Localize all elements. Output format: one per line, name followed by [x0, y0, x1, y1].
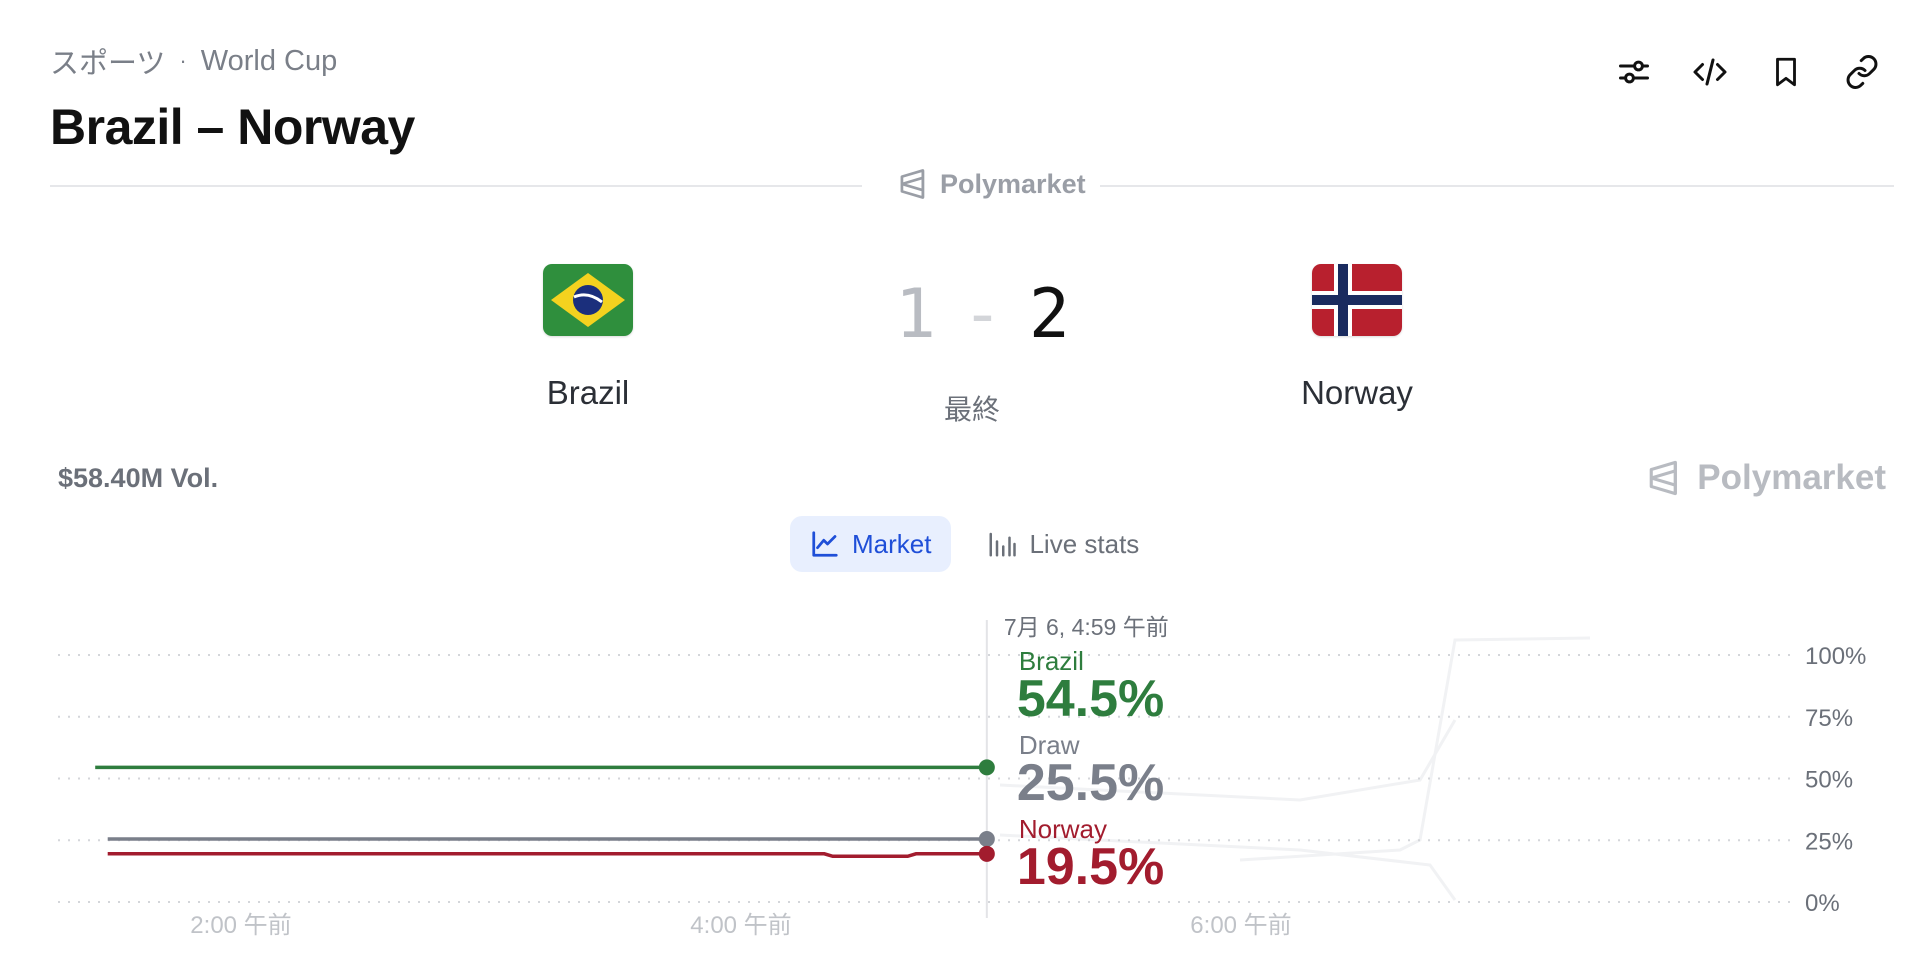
scoreboard: 1 - 2: [895, 275, 1070, 354]
polymarket-logo-center[interactable]: Polymarket: [884, 168, 1100, 200]
away-team-name: Norway: [1301, 374, 1413, 411]
y-tick-label: 75%: [1805, 705, 1853, 732]
x-tick-label: 2:00 午前: [190, 912, 291, 939]
bar-stats-icon: [989, 532, 1017, 557]
tab-live-stats[interactable]: Live stats: [967, 516, 1159, 572]
price-chart[interactable]: 100% 75% 50% 25% 0% 2:00 午前 4:00 午前 6:00 午前 7月 6…: [0, 600, 1922, 970]
norway-flag-icon: [1312, 264, 1402, 336]
match-status: 最終: [944, 394, 1001, 425]
tab-live-stats-label: Live stats: [1029, 528, 1140, 559]
series-endpoint-brazil: [978, 759, 995, 776]
volume-label: $58.40M Vol.: [58, 463, 219, 493]
series-value-norway: 19.5%: [1017, 838, 1164, 896]
polymarket-icon: [1649, 460, 1678, 496]
breadcrumb-separator: ·: [179, 48, 187, 73]
polymarket-label: Polymarket: [1697, 458, 1886, 497]
tab-market[interactable]: Market: [790, 516, 952, 572]
polymarket-logo-right[interactable]: Polymarket: [1647, 458, 1886, 498]
home-team-name: Brazil: [546, 374, 630, 411]
polymarket-icon: [900, 169, 925, 199]
home-team[interactable]: Brazil: [508, 264, 668, 412]
y-tick-label: 50%: [1805, 767, 1853, 794]
breadcrumb-category[interactable]: スポーツ: [50, 40, 165, 82]
chart-tabs: Market Live stats: [790, 516, 1159, 572]
y-tick-label: 100%: [1805, 643, 1866, 670]
line-chart-icon: [812, 531, 838, 557]
series-endpoint-draw: [978, 831, 995, 848]
series-value-brazil: 54.5%: [1017, 670, 1164, 728]
bookmark-icon[interactable]: [1766, 52, 1806, 92]
page-title: Brazil – Norway: [50, 99, 415, 155]
breadcrumb: スポーツ · World Cup: [50, 40, 337, 82]
away-team[interactable]: Norway: [1277, 264, 1437, 412]
hover-timestamp: 7月 6, 4:59 午前: [1004, 614, 1169, 640]
link-icon[interactable]: [1842, 52, 1882, 92]
tab-market-label: Market: [852, 528, 932, 559]
code-icon[interactable]: [1690, 52, 1730, 92]
home-score: 1: [895, 275, 936, 354]
x-tick-label: 6:00 午前: [1190, 912, 1291, 939]
overlay-line: [1239, 636, 1591, 862]
x-tick-label: 4:00 午前: [690, 912, 791, 939]
score-separator: -: [961, 275, 1003, 354]
series-value-draw: 25.5%: [1017, 754, 1164, 812]
polymarket-label: Polymarket: [940, 168, 1086, 199]
series-endpoint-norway: [978, 845, 995, 862]
y-tick-label: 25%: [1805, 828, 1853, 855]
y-tick-label: 0%: [1805, 890, 1840, 917]
brazil-flag-icon: [543, 264, 633, 336]
toolbar: [1614, 52, 1882, 92]
breadcrumb-league[interactable]: World Cup: [201, 45, 337, 78]
sliders-icon[interactable]: [1614, 52, 1654, 92]
away-score: 2: [1028, 275, 1070, 354]
series-line-norway: [107, 852, 987, 859]
